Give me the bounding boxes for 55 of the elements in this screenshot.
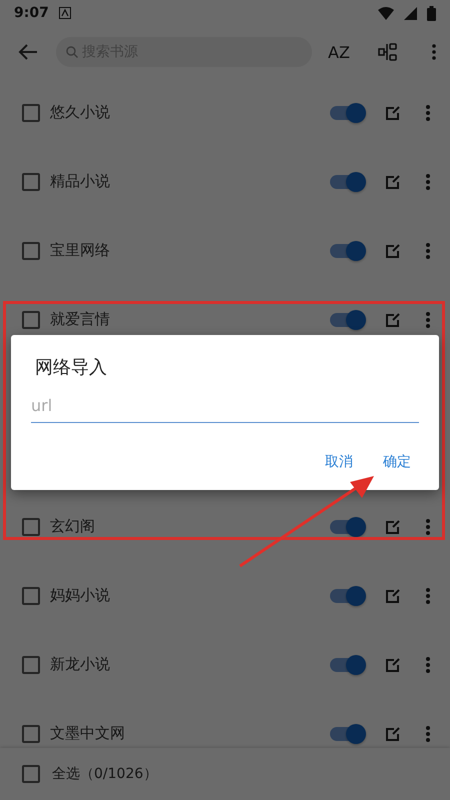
source-name: 悠久小说 [50, 103, 111, 122]
status-time: 9:07 [14, 5, 49, 21]
checkbox[interactable] [22, 104, 40, 122]
checkbox[interactable] [22, 172, 40, 190]
toggle-switch[interactable] [330, 100, 366, 124]
group-icon[interactable] [378, 42, 398, 62]
signal-icon [404, 6, 417, 20]
source-name: 精品小说 [50, 172, 111, 191]
checkbox[interactable] [22, 656, 40, 674]
edit-icon[interactable] [384, 310, 402, 328]
more-icon[interactable] [426, 588, 430, 604]
more-icon[interactable] [426, 656, 430, 672]
edit-icon[interactable] [384, 242, 402, 260]
source-name: 就爱言情 [50, 310, 111, 329]
edit-icon[interactable] [384, 656, 402, 674]
edit-icon[interactable] [384, 518, 402, 536]
source-name: 宝里网络 [50, 241, 111, 260]
more-icon[interactable] [426, 312, 430, 328]
toggle-switch[interactable] [330, 584, 366, 608]
more-icon[interactable] [432, 44, 436, 60]
more-icon[interactable] [426, 518, 430, 534]
confirm-button[interactable]: 确定 [375, 447, 419, 477]
checkbox[interactable] [22, 242, 40, 260]
source-name: 新龙小说 [50, 655, 111, 674]
url-field[interactable]: url [31, 393, 419, 423]
source-name: 妈妈小说 [50, 586, 111, 605]
checkbox[interactable] [22, 765, 40, 783]
checkbox[interactable] [22, 586, 40, 604]
notification-icon [58, 7, 71, 19]
toggle-switch[interactable] [330, 722, 366, 746]
checkbox[interactable] [22, 518, 40, 536]
checkbox[interactable] [22, 724, 40, 742]
edit-icon[interactable] [384, 724, 402, 742]
cancel-button[interactable]: 取消 [317, 447, 361, 477]
source-name: 文墨中文网 [50, 724, 126, 743]
more-icon[interactable] [426, 242, 430, 258]
more-icon[interactable] [426, 104, 430, 120]
dialog-title: 网络导入 [35, 356, 108, 379]
toggle-switch[interactable] [330, 652, 366, 676]
more-icon[interactable] [426, 726, 430, 742]
toggle-switch[interactable] [330, 514, 366, 538]
toggle-switch[interactable] [330, 308, 366, 332]
edit-icon[interactable] [384, 586, 402, 604]
edit-icon[interactable] [384, 172, 402, 190]
edit-icon[interactable] [384, 104, 402, 122]
toggle-switch[interactable] [330, 170, 366, 194]
more-icon[interactable] [426, 174, 430, 190]
source-name: 玄幻阁 [50, 517, 96, 536]
checkbox[interactable] [22, 310, 40, 328]
toggle-switch[interactable] [330, 238, 366, 262]
wifi-icon [378, 6, 394, 20]
back-arrow-icon[interactable] [18, 43, 38, 61]
sort-button[interactable]: AZ [326, 40, 352, 64]
select-all-label[interactable]: 全选（0/1026） [52, 765, 158, 783]
battery-icon [427, 6, 436, 20]
